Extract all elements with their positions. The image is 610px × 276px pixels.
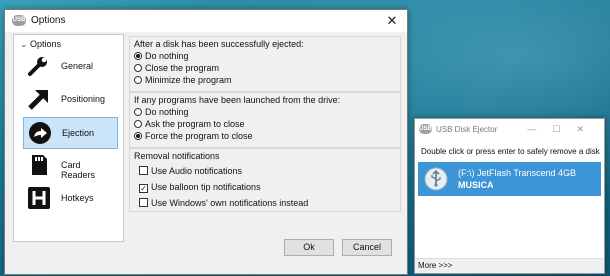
removal-notifications-title: Removal notifications [134, 151, 220, 161]
more-bar: More >>> [415, 258, 604, 273]
checkbox-audio-notifications[interactable]: Use Audio notifications [139, 166, 242, 176]
radio-force-close[interactable]: Force the program to close [134, 131, 253, 141]
ejection-settings-pane: After a disk has been successfully eject… [129, 34, 401, 240]
radio-label: Ask the program to close [145, 119, 245, 129]
sidebar-item-label: Positioning [61, 94, 106, 104]
sidebar-item-label: Ejection [62, 128, 95, 138]
usb-app-icon: USB [419, 124, 432, 134]
window-controls: —☐✕ [527, 124, 600, 135]
arrow-up-right-icon [28, 90, 48, 110]
options-titlebar: USB Options ✕ [5, 10, 407, 32]
drive-name: (F:\) JetFlash Transcend 4GB [458, 168, 577, 178]
usb-disk-ejector-window: USB USB Disk Ejector —☐✕ Double click or… [414, 118, 605, 274]
ejector-title: USB Disk Ejector [436, 125, 498, 134]
sidebar-item-label: Card Readers [61, 160, 96, 180]
sidebar-item-positioning[interactable]: Positioning [23, 84, 116, 114]
radio-button[interactable] [134, 64, 142, 72]
options-title: Options [31, 15, 66, 26]
sidebar-header[interactable]: ⌄ Options [20, 39, 61, 50]
ok-button[interactable]: Ok [284, 239, 334, 256]
radio-after-do-nothing[interactable]: Do nothing [134, 51, 189, 61]
usb-app-icon: USB [12, 15, 26, 26]
ejector-hint: Double click or press enter to safely re… [421, 147, 600, 156]
radio-label: Do nothing [145, 51, 189, 61]
programs-launched-group: If any programs have been launched from … [129, 92, 401, 148]
cancel-button[interactable]: Cancel [342, 239, 392, 256]
checkbox-balloon-notifications[interactable]: ✓ Use balloon tip notifications [139, 182, 261, 193]
maximize-icon[interactable]: ☐ [552, 124, 576, 134]
sidebar-item-general[interactable]: General [23, 51, 116, 81]
close-icon[interactable]: ✕ [377, 10, 407, 32]
minimize-icon[interactable]: — [527, 124, 552, 134]
options-window: USB Options ✕ ⌄ Options General Positioni… [4, 9, 408, 275]
programs-launched-title: If any programs have been launched from … [134, 95, 341, 105]
checkbox[interactable] [139, 166, 148, 175]
radio-ask-close[interactable]: Ask the program to close [134, 119, 245, 129]
sidebar-item-card-readers[interactable]: Card Readers [23, 150, 116, 180]
sidebar-item-label: General [61, 61, 94, 71]
sidebar-item-label: Hotkeys [61, 193, 94, 203]
radio-label: Do nothing [145, 107, 189, 117]
drive-label: MUSICA [458, 180, 494, 190]
drive-list-item[interactable]: (F:\) JetFlash Transcend 4GB MUSICA [418, 162, 601, 196]
radio-close-program[interactable]: Close the program [134, 63, 219, 73]
sidebar-header-label: Options [30, 39, 62, 49]
eject-arrow-icon [29, 122, 51, 144]
usb-drive-icon [424, 167, 448, 191]
hotkey-h-icon [28, 187, 50, 209]
removal-notifications-group: Removal notifications Use Audio notifica… [129, 148, 401, 212]
radio-button[interactable] [134, 120, 142, 128]
checkbox-windows-notifications[interactable]: Use Windows' own notifications instead [139, 198, 308, 208]
options-sidebar: ⌄ Options General Positioning Ejection C… [13, 34, 124, 242]
ejector-titlebar: USB USB Disk Ejector —☐✕ [415, 119, 604, 140]
radio-label: Force the program to close [145, 131, 253, 141]
after-eject-title: After a disk has been successfully eject… [134, 39, 304, 49]
radio-button[interactable] [134, 76, 142, 84]
checkbox-label: Use balloon tip notifications [151, 182, 261, 192]
close-icon[interactable]: ✕ [576, 124, 600, 134]
radio-programs-do-nothing[interactable]: Do nothing [134, 107, 189, 117]
checkbox-label: Use Audio notifications [151, 166, 243, 176]
radio-minimize-program[interactable]: Minimize the program [134, 75, 232, 85]
radio-button-selected[interactable] [134, 52, 142, 60]
radio-label: Close the program [145, 63, 220, 73]
radio-label: Minimize the program [145, 75, 232, 85]
more-button[interactable]: More >>> [418, 261, 452, 270]
checkbox[interactable] [139, 198, 148, 207]
chevron-down-icon[interactable]: ⌄ [20, 39, 30, 50]
sd-card-icon [32, 155, 47, 175]
sidebar-item-ejection[interactable]: Ejection [23, 117, 118, 149]
radio-button-selected[interactable] [134, 132, 142, 140]
wrench-icon [28, 57, 47, 76]
checkbox-label: Use Windows' own notifications instead [151, 198, 309, 208]
checkbox-checked[interactable]: ✓ [139, 184, 148, 193]
after-eject-group: After a disk has been successfully eject… [129, 36, 401, 92]
sidebar-item-hotkeys[interactable]: Hotkeys [23, 183, 116, 213]
radio-button[interactable] [134, 108, 142, 116]
